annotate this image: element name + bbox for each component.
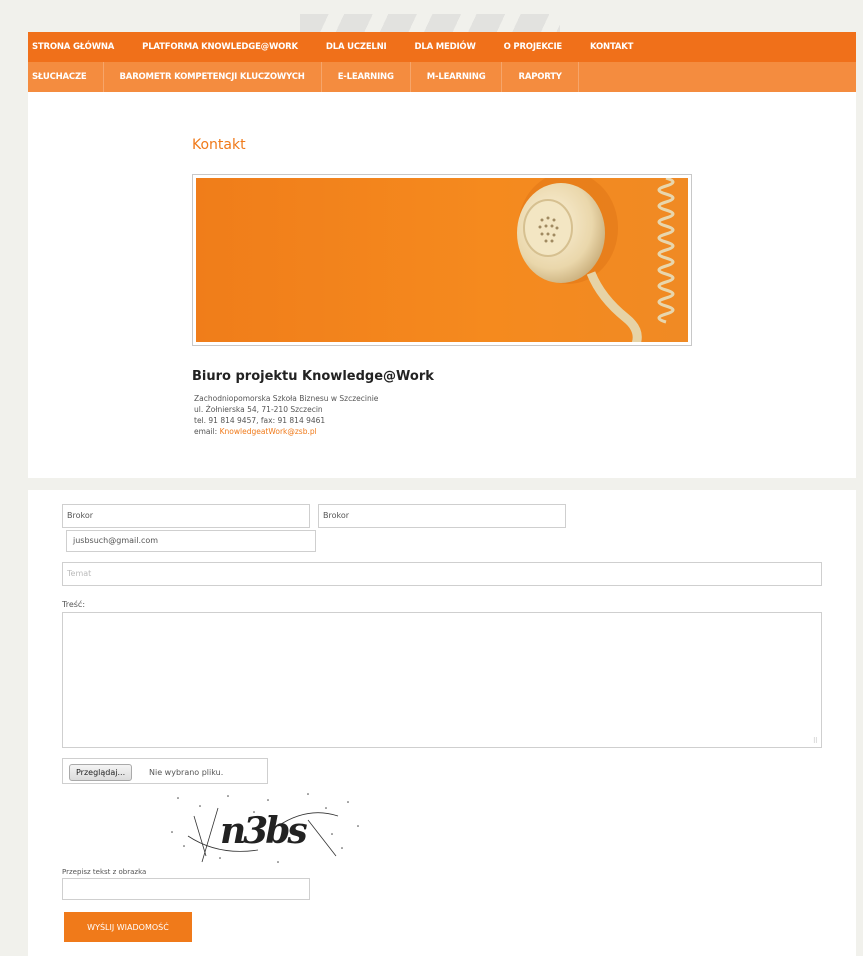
last-name-field[interactable]: Brokor	[318, 504, 566, 528]
nav-item-home[interactable]: STRONA GŁÓWNA	[28, 42, 128, 52]
captcha-image: n3bs	[158, 786, 378, 874]
message-textarea[interactable]: ⠿	[62, 612, 822, 748]
subnav-item-reports[interactable]: RAPORTY	[502, 62, 579, 92]
content-label: Treść:	[62, 600, 86, 609]
sub-nav: SŁUCHACZE BAROMETR KOMPETENCJI KLUCZOWYC…	[28, 62, 856, 92]
subnav-item-listeners[interactable]: SŁUCHACZE	[28, 62, 104, 92]
address-line-3: tel. 91 814 9457, fax: 91 814 9461	[194, 416, 326, 425]
subnav-item-mlearning[interactable]: M-LEARNING	[411, 62, 503, 92]
email-label: email:	[194, 427, 220, 436]
hero-image	[192, 174, 692, 346]
send-message-button[interactable]: WYŚLIJ WIADOMOŚĆ	[64, 912, 192, 942]
main-nav: STRONA GŁÓWNA PLATFORMA KNOWLEDGE@WORK D…	[28, 32, 856, 62]
resize-handle-icon[interactable]: ⠿	[813, 737, 818, 745]
subnav-item-elearning[interactable]: E-LEARNING	[322, 62, 411, 92]
nav-item-about[interactable]: O PROJEKCIE	[490, 42, 576, 52]
telephone-photo	[196, 178, 688, 342]
first-name-field[interactable]: Brokor	[62, 504, 310, 528]
email-field[interactable]: jusbsuch@gmail.com	[66, 530, 316, 552]
nav-item-universities[interactable]: DLA UCZELNI	[312, 42, 401, 52]
email-link[interactable]: KnowledgeatWork@zsb.pl	[220, 427, 317, 436]
office-heading: Biuro projektu Knowledge@Work	[192, 369, 434, 384]
contact-content: Kontakt Biuro projektu Knowledge@Work Za…	[28, 92, 856, 478]
nav-item-media[interactable]: DLA MEDIÓW	[401, 42, 490, 52]
page-title: Kontakt	[192, 137, 246, 153]
nav-item-platform[interactable]: PLATFORMA KNOWLEDGE@WORK	[128, 42, 312, 52]
captcha-input[interactable]	[62, 878, 310, 900]
address-line-2: ul. Żołnierska 54, 71-210 Szczecin	[194, 405, 323, 414]
browse-button[interactable]: Przeglądaj...	[69, 764, 133, 781]
captcha-label: Przepisz tekst z obrazka	[62, 868, 147, 876]
subnav-item-barometer[interactable]: BAROMETR KOMPETENCJI KLUCZOWYCH	[104, 62, 322, 92]
subject-field[interactable]: Temat	[62, 562, 822, 586]
telephone-illustration	[517, 178, 675, 342]
file-input[interactable]: Przeglądaj... Nie wybrano pliku.	[62, 758, 268, 784]
decorative-stripes	[300, 14, 560, 34]
address-email: email: KnowledgeatWork@zsb.pl	[194, 426, 378, 437]
contact-form: Brokor Brokor jusbsuch@gmail.com Temat T…	[28, 490, 856, 956]
captcha-text: n3bs	[220, 810, 308, 852]
file-status: Nie wybrano pliku.	[149, 768, 224, 777]
address-line-1: Zachodniopomorska Szkoła Biznesu w Szcze…	[194, 394, 379, 403]
navigation: STRONA GŁÓWNA PLATFORMA KNOWLEDGE@WORK D…	[28, 32, 856, 92]
nav-item-contact[interactable]: KONTAKT	[576, 42, 647, 52]
office-address: Zachodniopomorska Szkoła Biznesu w Szcze…	[194, 393, 378, 437]
